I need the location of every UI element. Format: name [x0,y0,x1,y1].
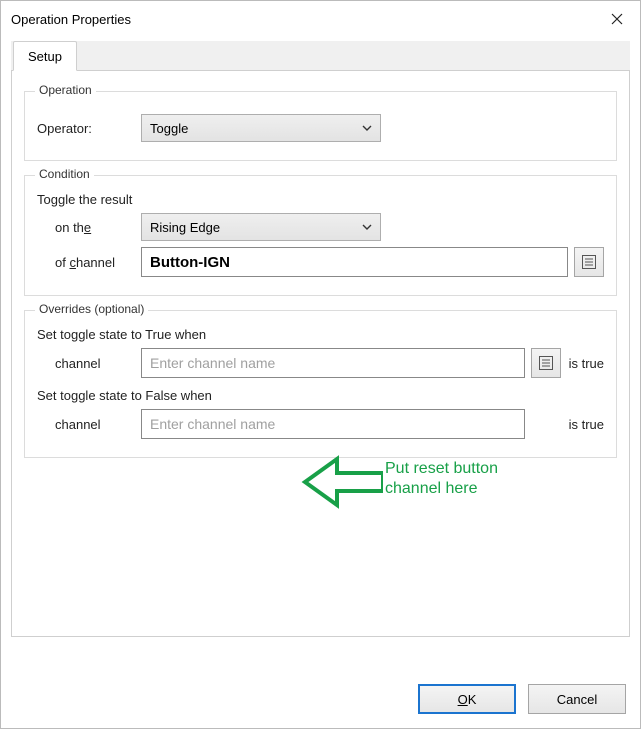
tab-page-setup: Operation Operator: Toggle Condition Tog… [11,71,630,637]
cancel-button-label: Cancel [557,692,597,707]
condition-header: Toggle the result [37,192,604,207]
override-true-picker-button[interactable] [531,348,561,378]
override-false-header: Set toggle state to False when [37,388,604,403]
cancel-button[interactable]: Cancel [528,684,626,714]
chevron-down-icon [362,220,372,235]
channel-picker-button[interactable] [574,247,604,277]
group-overrides-legend: Overrides (optional) [35,302,148,316]
tab-setup-label: Setup [28,49,62,64]
override-true-channel-input[interactable]: Enter channel name [141,348,525,378]
window-title: Operation Properties [11,12,594,27]
operator-label: Operator: [37,121,141,136]
of-channel-label: of channel [37,255,141,270]
override-true-suffix: is true [569,356,604,371]
group-condition-legend: Condition [35,167,94,181]
close-button[interactable] [594,1,640,37]
tab-setup[interactable]: Setup [13,41,77,71]
override-false-channel-input[interactable]: Enter channel name [141,409,525,439]
chevron-down-icon [362,121,372,136]
titlebar: Operation Properties [1,1,640,37]
of-channel-value: Button-IGN [150,254,230,271]
edge-select-value: Rising Edge [150,220,220,235]
group-condition: Condition Toggle the result on the Risin… [24,175,617,296]
group-operation: Operation Operator: Toggle [24,91,617,161]
list-icon [538,355,554,371]
group-overrides: Overrides (optional) Set toggle state to… [24,310,617,458]
override-false-suffix: is true [569,417,604,432]
list-icon [581,254,597,270]
override-true-placeholder: Enter channel name [150,355,275,371]
group-operation-legend: Operation [35,83,96,97]
ok-button[interactable]: OK [418,684,516,714]
override-true-header: Set toggle state to True when [37,327,604,342]
tab-strip: Setup [11,41,630,71]
ok-button-label: OK [458,692,477,707]
override-false-placeholder: Enter channel name [150,416,275,432]
close-icon [611,13,623,25]
on-the-label: on the [37,220,141,235]
of-channel-input[interactable]: Button-IGN [141,247,568,277]
dialog-buttons: OK Cancel [418,684,626,714]
override-false-channel-label: channel [37,417,141,432]
operator-select-value: Toggle [150,121,188,136]
override-true-channel-label: channel [37,356,141,371]
operator-select[interactable]: Toggle [141,114,381,142]
edge-select[interactable]: Rising Edge [141,213,381,241]
